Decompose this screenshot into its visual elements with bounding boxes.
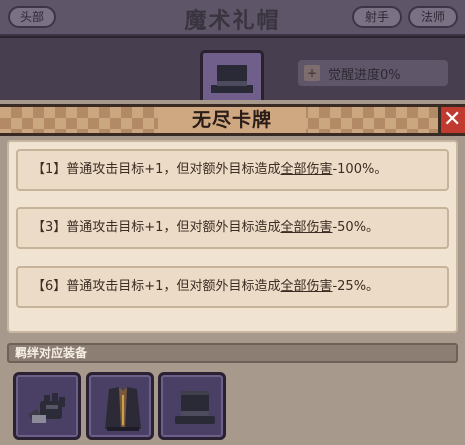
- effect-text: 【1】普通攻击目标+1，但对额外目标造成全部伤害-100%。: [32, 158, 387, 177]
- effect-value: -25%。: [332, 279, 380, 294]
- effect-keyword-link[interactable]: 全部伤害: [280, 279, 332, 294]
- effect-text: 【6】普通攻击目标+1，但对额外目标造成全部伤害-25%。: [32, 275, 379, 294]
- effect-row: 【6】普通攻击目标+1，但对额外目标造成全部伤害-25%。: [16, 266, 449, 308]
- item-preview-icon: [200, 50, 264, 104]
- gauntlet-icon: [28, 393, 65, 423]
- effect-keyword-link[interactable]: 全部伤害: [280, 162, 332, 177]
- close-icon: ✕: [443, 107, 462, 132]
- close-button[interactable]: ✕: [438, 104, 465, 136]
- effect-level: 【1】: [32, 162, 67, 177]
- tab-archer[interactable]: 射手: [352, 6, 402, 28]
- equip-slot-top-hat[interactable]: [158, 372, 226, 440]
- effect-keyword-link[interactable]: 全部伤害: [280, 220, 332, 235]
- coat-icon: [105, 387, 141, 431]
- effect-row: 【1】普通攻击目标+1，但对额外目标造成全部伤害-100%。: [16, 149, 449, 191]
- bond-equipment-header: 羁绊对应装备: [7, 343, 458, 363]
- effect-text: 【3】普通攻击目标+1，但对额外目标造成全部伤害-50%。: [32, 216, 379, 235]
- tab-mage[interactable]: 法师: [408, 6, 458, 28]
- effect-level: 【3】: [32, 220, 67, 235]
- effect-value: -50%。: [332, 220, 380, 235]
- effect-prefix: 普通攻击目标+1，但对额外目标造成: [66, 220, 281, 235]
- top-hat-icon: [175, 391, 215, 424]
- awaken-progress[interactable]: + 觉醒进度0%: [298, 60, 448, 86]
- equip-slot-coat[interactable]: [86, 372, 154, 440]
- item-detail-header: 头部 魔术礼帽 射手 法师: [0, 0, 465, 36]
- effect-prefix: 普通攻击目标+1，但对额外目标造成: [66, 279, 281, 294]
- awaken-plus-icon: +: [304, 65, 320, 81]
- effect-row: 【3】普通攻击目标+1，但对额外目标造成全部伤害-50%。: [16, 207, 449, 249]
- effect-prefix: 普通攻击目标+1，但对额外目标造成: [66, 162, 281, 177]
- equip-slot-gauntlet[interactable]: [13, 372, 81, 440]
- effect-value: -100%。: [332, 162, 388, 177]
- effect-level: 【6】: [32, 279, 67, 294]
- bond-equipment-label: 羁绊对应装备: [15, 346, 88, 360]
- modal-title: 无尽卡牌: [158, 104, 306, 136]
- awaken-progress-label: 觉醒进度0%: [328, 68, 401, 83]
